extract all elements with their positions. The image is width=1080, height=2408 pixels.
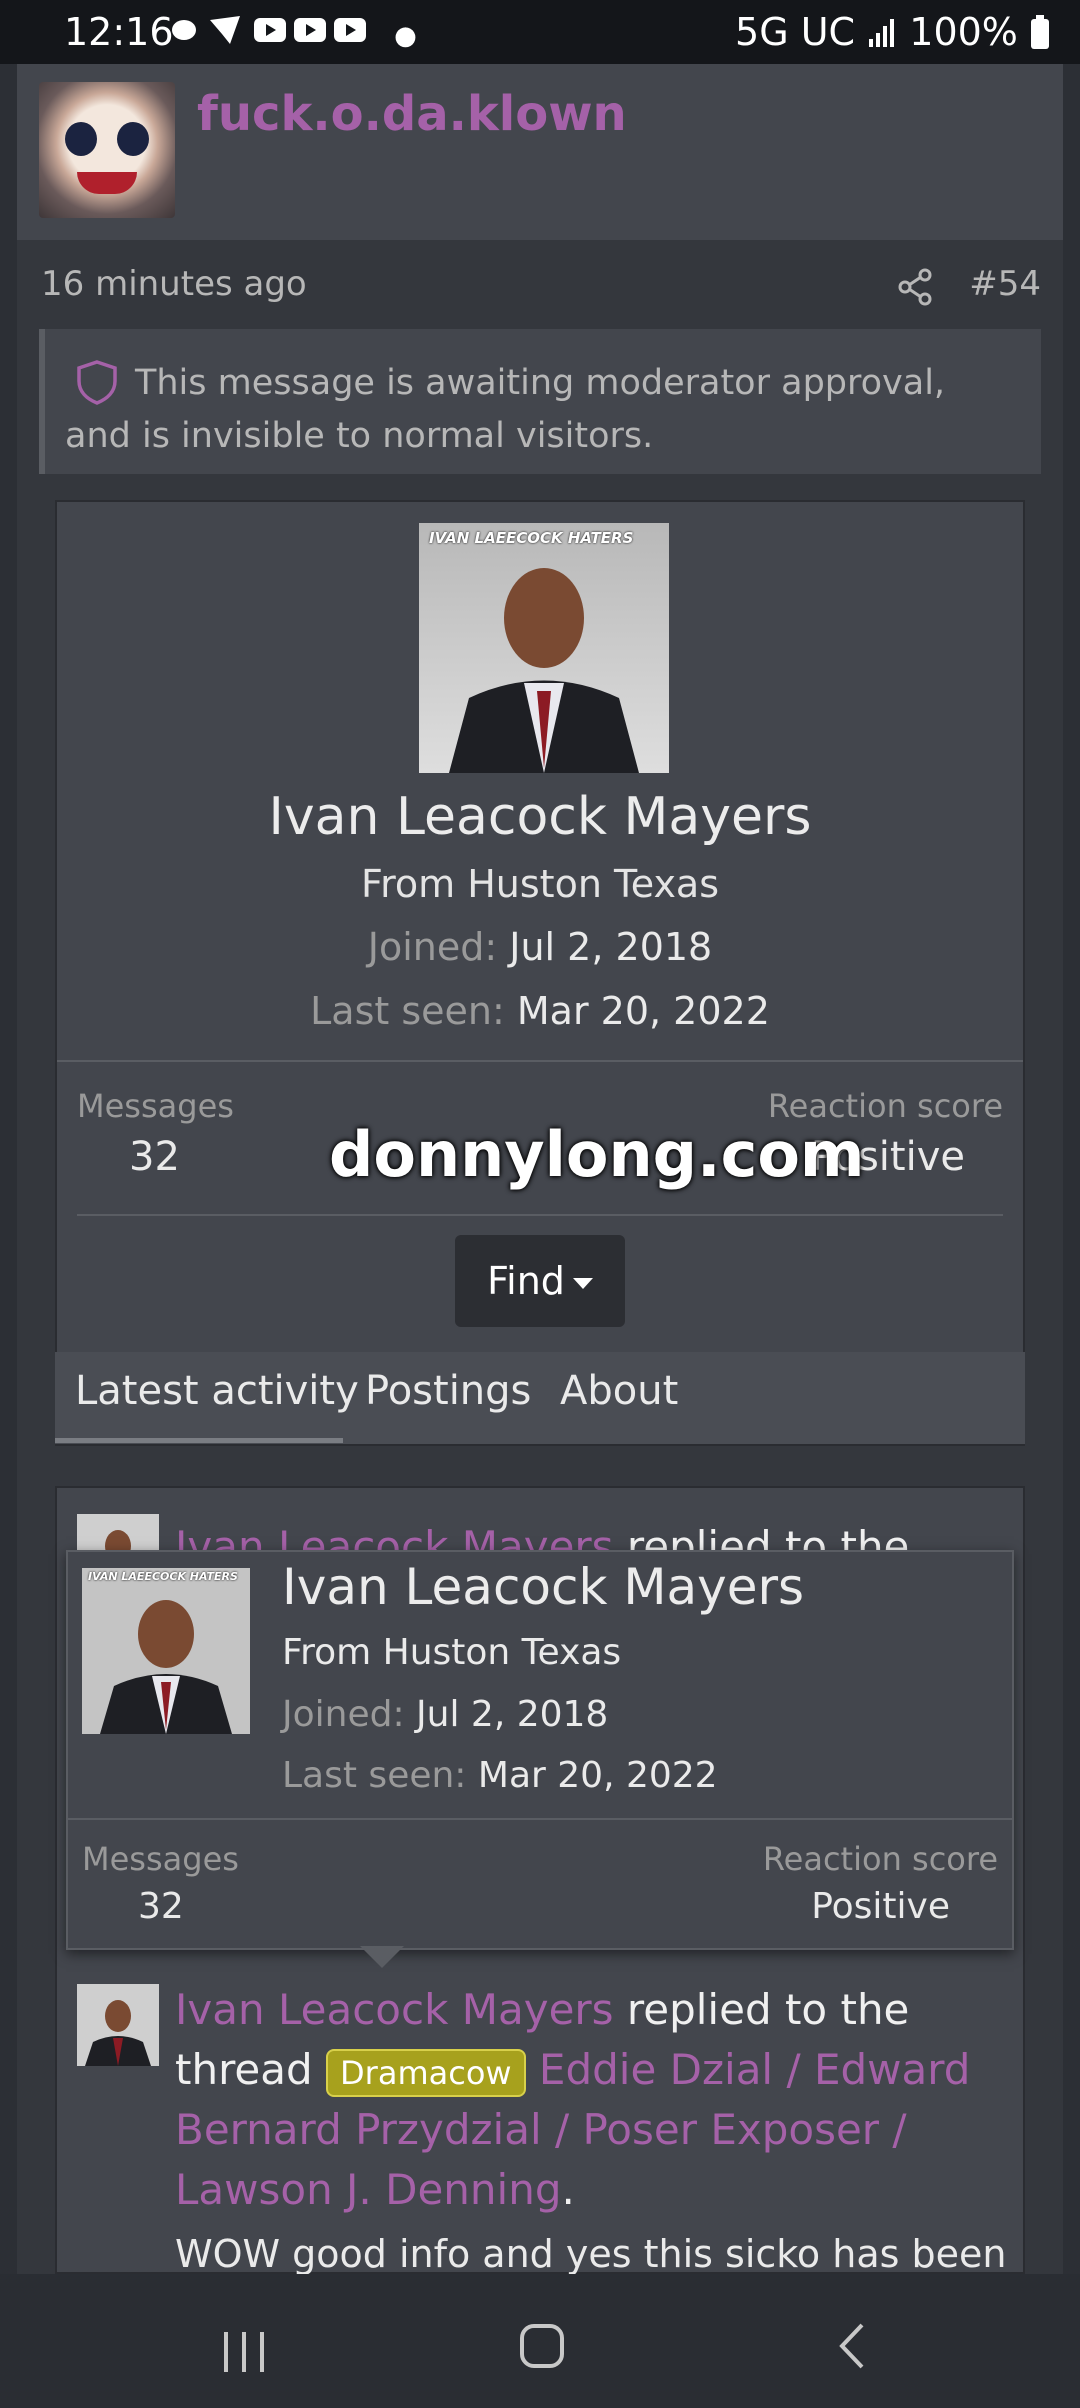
thread-prefix-tag[interactable]: Dramacow: [326, 2048, 526, 2097]
thread-title-line-1[interactable]: Eddie Dzial / Edward: [539, 2045, 971, 2094]
active-tab-indicator: [55, 1438, 343, 1443]
post-author-header: fuck.o.da.klown: [17, 64, 1063, 240]
post-timestamp[interactable]: 16 minutes ago: [41, 264, 307, 304]
profile-tabs: Latest activity Postings About: [55, 1352, 1025, 1444]
back-icon[interactable]: [836, 2322, 866, 2374]
activity-verb: replied to the: [626, 1985, 910, 2034]
tooltip-location: From Huston Texas: [282, 1632, 622, 1673]
tooltip-last-seen-value: Mar 20, 2022: [477, 1755, 718, 1796]
notification-icons: ●: [170, 12, 423, 58]
recent-apps-icon[interactable]: [222, 2330, 266, 2378]
profile-photo: IVAN LAEECOCK HATERS: [419, 523, 669, 773]
home-icon[interactable]: [520, 2324, 564, 2368]
network-indicator: 5G UC: [735, 10, 856, 54]
profile-last-seen: Last seen: Mar 20, 2022: [57, 989, 1023, 1033]
moderation-notice: This message is awaiting moderator appro…: [39, 329, 1041, 474]
activity-verb: replied to the: [626, 1522, 910, 1550]
author-username-link[interactable]: fuck.o.da.klown: [197, 86, 627, 142]
post-number-link[interactable]: #54: [969, 264, 1041, 304]
activity-avatar[interactable]: [77, 1514, 159, 1554]
caret-down-icon: [572, 1278, 593, 1289]
member-tooltip: IVAN LAEECOCK HATERS Ivan Leacock Mayers…: [66, 1550, 1014, 1950]
watermark-text: donnylong.com: [329, 1118, 865, 1191]
tooltip-name[interactable]: Ivan Leacock Mayers: [282, 1558, 804, 1616]
battery-percent: 100%: [909, 10, 1018, 54]
post-meta: 16 minutes ago #54: [41, 264, 1041, 314]
tab-postings[interactable]: Postings: [365, 1368, 531, 1414]
last-seen-value: Mar 20, 2022: [516, 989, 770, 1033]
tab-about[interactable]: About: [560, 1368, 678, 1414]
activity-snippet: WOW good info and yes this sicko has bee…: [175, 2232, 1007, 2276]
profile-card: IVAN LAEECOCK HATERS Ivan Leacock Mayers…: [55, 500, 1025, 1446]
thread-title-line-2[interactable]: Bernard Przydzial / Poser Exposer /: [175, 2105, 907, 2154]
joined-value: Jul 2, 2018: [509, 925, 713, 969]
tooltip-arrow: [360, 1946, 404, 1968]
tab-latest-activity[interactable]: Latest activity: [75, 1368, 359, 1414]
activity-item: Ivan Leacock Mayers replied to the threa…: [175, 1985, 971, 2214]
find-button[interactable]: Find: [455, 1235, 625, 1327]
find-label: Find: [487, 1259, 565, 1303]
moderation-notice-text: This message is awaiting moderator appro…: [65, 363, 946, 456]
status-right: 5G UC 100%: [735, 10, 1050, 54]
activity-author-link[interactable]: Ivan Leacock Mayers: [175, 1985, 614, 2034]
status-time: 12:16: [64, 10, 174, 54]
signal-icon: [869, 19, 895, 47]
battery-icon: [1031, 15, 1049, 49]
tooltip-photo-caption: IVAN LAEECOCK HATERS: [88, 1570, 238, 1583]
system-nav-bar: [0, 2274, 1080, 2408]
activity-author-link[interactable]: Ivan Leacock Mayers: [175, 1522, 614, 1550]
tooltip-divider: [68, 1818, 1012, 1820]
profile-photo-caption: IVAN LAEECOCK HATERS: [429, 529, 634, 547]
joined-label: Joined:: [367, 925, 498, 969]
tooltip-reaction-value: Positive: [811, 1886, 950, 1927]
activity-item-hidden: Ivan Leacock Mayers replied to the: [175, 1512, 909, 1550]
thread-title-line-3[interactable]: Lawson J. Denning: [175, 2165, 562, 2214]
tooltip-joined: Joined: Jul 2, 2018: [282, 1694, 608, 1735]
profile-location: From Huston Texas: [360, 862, 720, 906]
messages-label: Messages: [77, 1087, 234, 1125]
author-avatar[interactable]: [39, 82, 175, 218]
stat-divider: [77, 1214, 1003, 1216]
tooltip-last-seen-label: Last seen:: [282, 1755, 467, 1796]
profile-name[interactable]: Ivan Leacock Mayers: [57, 787, 1023, 847]
profile-joined: Joined: Jul 2, 2018: [57, 925, 1023, 969]
messages-value[interactable]: 32: [129, 1134, 180, 1180]
tooltip-messages-value[interactable]: 32: [138, 1886, 184, 1927]
tooltip-joined-value: Jul 2, 2018: [416, 1694, 609, 1735]
last-seen-label: Last seen:: [310, 989, 505, 1033]
activity-thread-word: thread: [175, 2045, 313, 2094]
card-divider: [57, 1060, 1023, 1062]
tooltip-last-seen: Last seen: Mar 20, 2022: [282, 1755, 718, 1796]
status-bar: 12:16 ● 5G UC 100%: [0, 0, 1080, 64]
share-icon[interactable]: [897, 268, 933, 315]
tooltip-photo[interactable]: IVAN LAEECOCK HATERS: [82, 1568, 250, 1734]
tooltip-joined-label: Joined:: [282, 1694, 405, 1735]
tooltip-messages-label: Messages: [82, 1840, 239, 1878]
tooltip-reaction-label: Reaction score: [762, 1840, 998, 1878]
activity-avatar[interactable]: [77, 1984, 159, 2066]
